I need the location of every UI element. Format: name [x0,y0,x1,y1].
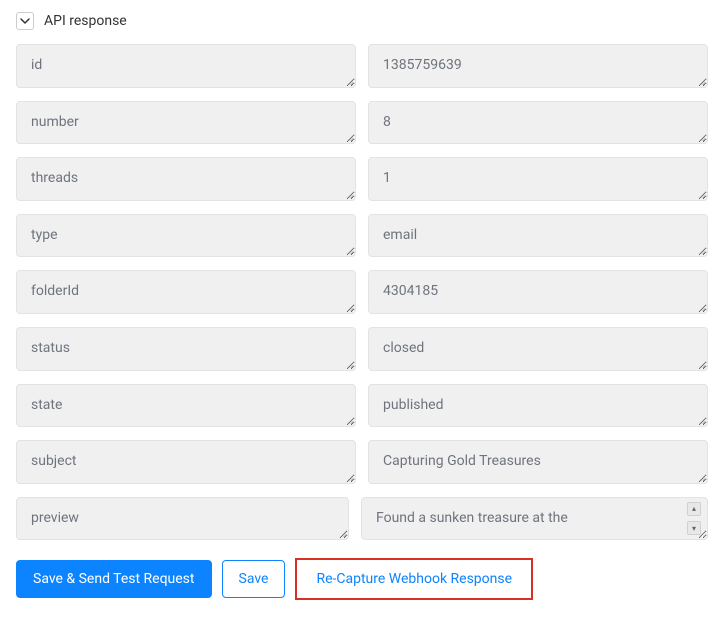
field-row: status closed [16,327,708,371]
chevron-down-icon [20,16,30,26]
field-key[interactable]: state [16,384,356,428]
recapture-webhook-button[interactable]: Re-Capture Webhook Response [297,560,531,598]
save-button[interactable]: Save [222,560,286,598]
value-spinner: ▴ ▾ [687,502,703,536]
field-value[interactable]: Capturing Gold Treasures [368,440,708,484]
section-title: API response [44,13,127,29]
field-value[interactable]: published [368,384,708,428]
field-key[interactable]: type [16,214,356,258]
field-row: folderId 4304185 [16,270,708,314]
field-key[interactable]: preview [16,497,349,541]
spinner-up-icon[interactable]: ▴ [687,502,701,516]
field-value[interactable]: 4304185 [368,270,708,314]
recapture-highlight: Re-Capture Webhook Response [295,558,533,600]
field-row: threads 1 [16,157,708,201]
collapse-toggle[interactable] [16,12,34,30]
field-row: id 1385759639 [16,44,708,88]
field-value[interactable]: 1385759639 [368,44,708,88]
footer-actions: Save & Send Test Request Save Re-Capture… [0,544,726,620]
field-key[interactable]: id [16,44,356,88]
field-row: state published [16,384,708,428]
response-fields-scroll[interactable]: id 1385759639 number 8 threads 1 type em… [0,40,714,546]
field-key[interactable]: threads [16,157,356,201]
field-value[interactable]: Found a sunken treasure at the ▴ ▾ [361,497,708,541]
field-key[interactable]: subject [16,440,356,484]
field-value[interactable]: email [368,214,708,258]
field-key[interactable]: status [16,327,356,371]
save-send-test-button[interactable]: Save & Send Test Request [16,560,212,598]
spinner-down-icon[interactable]: ▾ [687,521,701,535]
field-key[interactable]: number [16,101,356,145]
field-row: preview Found a sunken treasure at the ▴… [16,497,708,541]
field-value-text: Found a sunken treasure at the [376,510,568,526]
field-value[interactable]: 8 [368,101,708,145]
field-key[interactable]: folderId [16,270,356,314]
field-value[interactable]: 1 [368,157,708,201]
field-row: subject Capturing Gold Treasures [16,440,708,484]
field-value[interactable]: closed [368,327,708,371]
section-header: API response [0,0,726,40]
field-row: type email [16,214,708,258]
field-row: number 8 [16,101,708,145]
